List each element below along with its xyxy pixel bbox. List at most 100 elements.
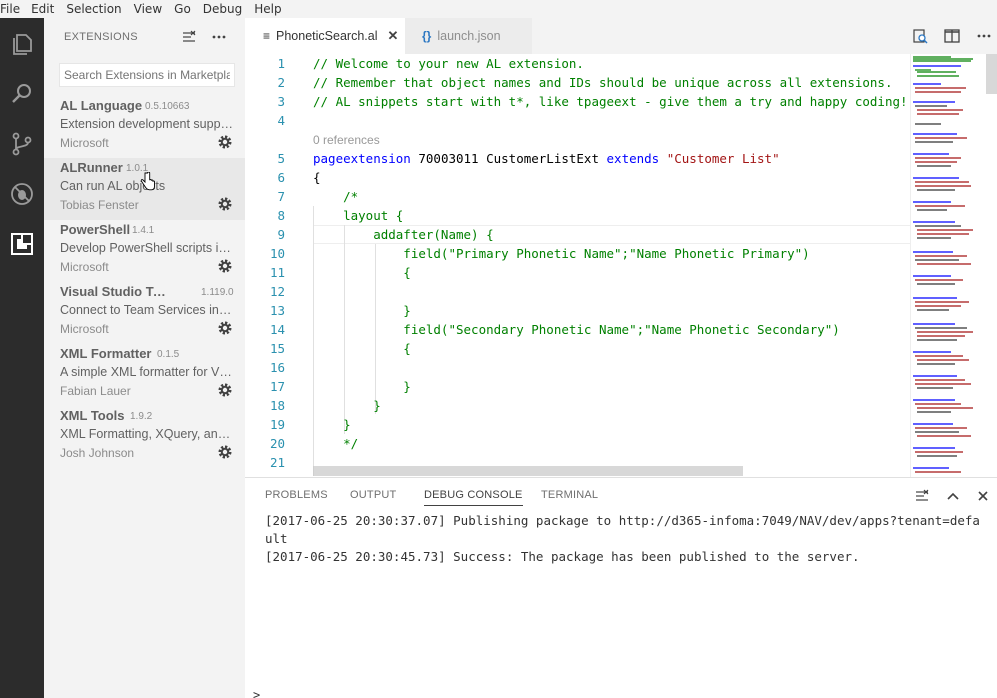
- tab-debug-console[interactable]: DEBUG CONSOLE: [424, 489, 523, 506]
- line-number: 14: [269, 322, 285, 337]
- code-line: layout {: [313, 208, 404, 223]
- more-actions-icon[interactable]: [975, 27, 993, 45]
- extension-version: 1.9.2: [130, 411, 153, 422]
- minimap-preview: [913, 56, 973, 473]
- tab-output[interactable]: OUTPUT: [350, 489, 396, 505]
- line-number: 8: [277, 208, 285, 223]
- source-control-icon[interactable]: [6, 128, 38, 160]
- tab-label: PhoneticSearch.al: [276, 29, 378, 43]
- code-line: }: [313, 303, 411, 318]
- menu-go[interactable]: Go: [174, 0, 203, 18]
- line-number: 12: [269, 284, 285, 299]
- gear-icon[interactable]: [217, 134, 233, 150]
- extensions-sidebar: EXTENSIONS AL Language 0.5.10663 Extensi…: [44, 18, 245, 698]
- line-number: 5: [277, 151, 285, 166]
- list-item[interactable]: AL Language 0.5.10663 Extension developm…: [44, 96, 245, 158]
- line-number: 1: [277, 56, 285, 71]
- code-line: */: [313, 436, 359, 451]
- code-line: {: [313, 170, 321, 185]
- line-number: 17: [269, 379, 285, 394]
- extension-name: AL Language: [60, 98, 143, 113]
- open-changes-icon[interactable]: [911, 27, 929, 45]
- code-line: field("Primary Phonetic Name";"Name Phon…: [313, 246, 810, 261]
- line-number: 20: [269, 436, 285, 451]
- extension-author: Microsoft: [60, 322, 109, 336]
- tab-phoneticsearch[interactable]: ≡ PhoneticSearch.al ✕: [245, 18, 405, 54]
- extension-author: Microsoft: [60, 136, 109, 150]
- gear-icon[interactable]: [217, 196, 233, 212]
- line-number: 3: [277, 94, 285, 109]
- list-item[interactable]: XML Formatter 0.1.5 A simple XML formatt…: [44, 344, 245, 406]
- vertical-scrollbar[interactable]: [986, 54, 997, 94]
- menu-file[interactable]: File: [0, 0, 31, 18]
- split-editor-icon[interactable]: [943, 27, 961, 45]
- extensions-search-input[interactable]: [59, 63, 235, 87]
- line-number: 13: [269, 303, 285, 318]
- line-number: 4: [277, 113, 285, 128]
- code-line: // Welcome to your new AL extension.: [313, 56, 584, 71]
- menu-selection[interactable]: Selection: [66, 0, 133, 18]
- code-editor[interactable]: 1 2 3 4 5 6 7 8 9 10 11 12 13 14 15 16 1…: [245, 54, 997, 477]
- extension-description: Develop PowerShell scripts in Visual Stu…: [60, 241, 234, 255]
- sidebar-header: EXTENSIONS: [44, 18, 245, 56]
- extension-name: PowerShell: [60, 222, 131, 237]
- extension-name: ALRunner: [60, 160, 123, 175]
- code-line: // Remember that object names and IDs sh…: [313, 75, 893, 90]
- menu-help[interactable]: Help: [254, 0, 287, 18]
- debug-icon[interactable]: [6, 178, 38, 210]
- extensions-icon[interactable]: [6, 228, 38, 260]
- extension-version: 1.4.1: [132, 225, 155, 236]
- extensions-list: AL Language 0.5.10663 Extension developm…: [44, 96, 245, 468]
- keyword-token: pageextension: [313, 151, 411, 166]
- gear-icon[interactable]: [217, 320, 233, 336]
- gear-icon[interactable]: [217, 258, 233, 274]
- more-actions-icon[interactable]: [210, 28, 228, 46]
- code-line: field("Secondary Phonetic Name";"Name Ph…: [313, 322, 840, 337]
- extension-version: 0.1.5: [157, 349, 180, 360]
- line-number: 18: [269, 398, 285, 413]
- keyword-token: extends: [606, 151, 660, 166]
- menu-view[interactable]: View: [134, 0, 174, 18]
- close-icon[interactable]: [974, 487, 992, 505]
- explorer-icon[interactable]: [6, 28, 38, 60]
- console-line: [2017-06-25 20:30:37.07] Publishing pack…: [265, 513, 980, 528]
- code-line: addafter(Name) {: [313, 227, 494, 242]
- search-icon[interactable]: [6, 78, 38, 110]
- minimap[interactable]: [910, 54, 986, 477]
- code-line: {: [313, 265, 411, 280]
- tab-problems[interactable]: PROBLEMS: [265, 489, 328, 505]
- activity-bar: [0, 18, 44, 698]
- clear-extensions-icon[interactable]: [180, 28, 198, 46]
- clear-console-icon[interactable]: [913, 487, 931, 505]
- code-token: 70003011 CustomerListExt: [410, 151, 607, 166]
- chevron-up-icon[interactable]: [944, 487, 962, 505]
- code-line: pageextension 70003011 CustomerListExt e…: [313, 149, 780, 168]
- line-number: 6: [277, 170, 285, 185]
- sidebar-title: EXTENSIONS: [64, 31, 138, 43]
- close-icon[interactable]: ✕: [387, 28, 398, 44]
- tab-launch-json[interactable]: {} launch.json: [405, 18, 532, 54]
- gear-icon[interactable]: [217, 444, 233, 460]
- line-number: 10: [269, 246, 285, 261]
- list-item[interactable]: Visual Studio Team S.. 1.119.0 Connect t…: [44, 282, 245, 344]
- code-line: }: [313, 417, 351, 432]
- codelens-references[interactable]: 0 references: [313, 131, 380, 150]
- horizontal-scrollbar[interactable]: [313, 466, 743, 476]
- line-number: 2: [277, 75, 285, 90]
- menu-edit[interactable]: Edit: [31, 0, 66, 18]
- extension-version: 0.5.10663: [145, 101, 190, 112]
- extension-author: Microsoft: [60, 260, 109, 274]
- gear-icon[interactable]: [217, 382, 233, 398]
- extension-description: Extension development support for Micros…: [60, 117, 234, 131]
- list-item[interactable]: PowerShell 1.4.1 Develop PowerShell scri…: [44, 220, 245, 282]
- extension-author: Fabian Lauer: [60, 384, 131, 398]
- tab-terminal[interactable]: TERMINAL: [541, 489, 598, 505]
- code-line: }: [313, 379, 411, 394]
- line-number: 11: [269, 265, 285, 280]
- code-line: }: [313, 398, 381, 413]
- menu-debug[interactable]: Debug: [203, 0, 254, 18]
- hand-cursor-icon: [141, 172, 155, 191]
- console-prompt[interactable]: >: [253, 688, 260, 698]
- code-line: // AL snippets start with t*, like tpage…: [313, 94, 908, 109]
- list-item[interactable]: XML Tools 1.9.2 XML Formatting, XQuery, …: [44, 406, 245, 468]
